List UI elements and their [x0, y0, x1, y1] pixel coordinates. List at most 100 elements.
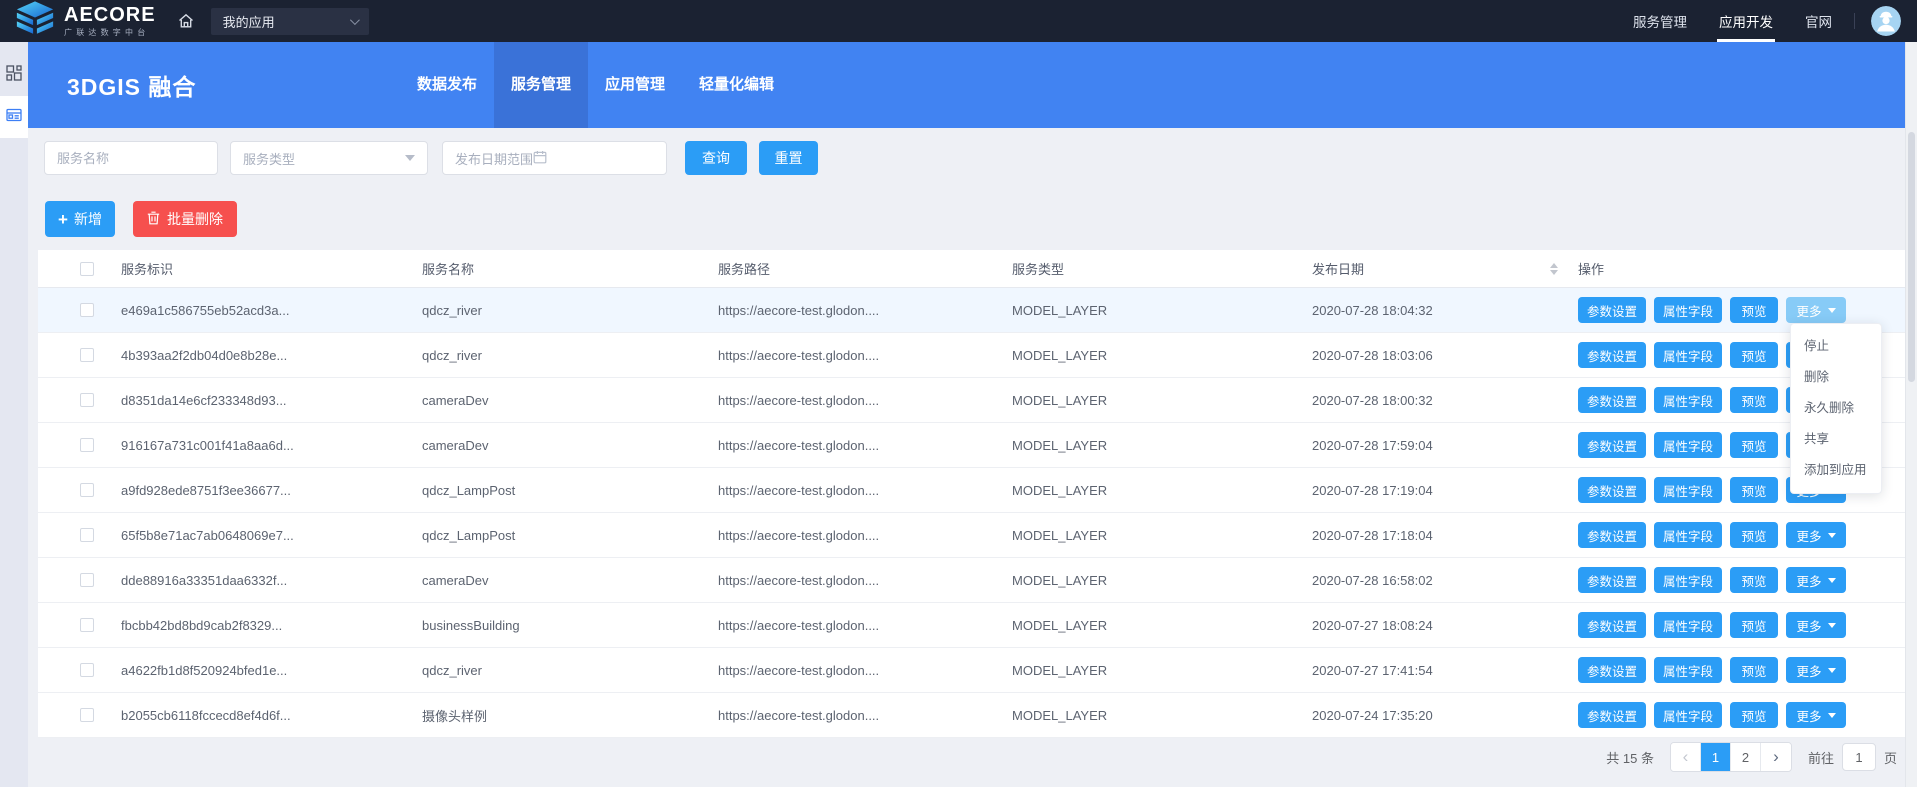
- preview-button[interactable]: 预览: [1730, 477, 1778, 503]
- goto-page-input[interactable]: [1842, 743, 1876, 771]
- pagination-prev-button[interactable]: ‹: [1671, 743, 1701, 771]
- sidebar-item-dashboard[interactable]: [0, 54, 28, 96]
- preview-button[interactable]: 预览: [1730, 297, 1778, 323]
- add-button[interactable]: + 新增: [45, 201, 115, 237]
- service-type-placeholder: 服务类型: [243, 149, 295, 168]
- cell-service-id: 65f5b8e71ac7ab0648069e7...: [121, 528, 422, 543]
- app-select[interactable]: 我的应用: [211, 8, 369, 35]
- more-button[interactable]: 更多: [1786, 657, 1846, 683]
- grid-icon: [6, 65, 22, 86]
- brand-subtitle: 广联达数字中台: [64, 27, 156, 38]
- table-row: e469a1c586755eb52acd3a... qdcz_river htt…: [38, 288, 1905, 333]
- row-checkbox[interactable]: [80, 663, 94, 677]
- attribute-fields-button[interactable]: 属性字段: [1654, 432, 1722, 458]
- page-unit-label: 页: [1884, 748, 1897, 767]
- attribute-fields-button[interactable]: 属性字段: [1654, 297, 1722, 323]
- more-button[interactable]: 更多: [1786, 702, 1846, 728]
- scrollbar-thumb[interactable]: [1908, 132, 1915, 382]
- more-button[interactable]: 更多: [1786, 612, 1846, 638]
- row-checkbox[interactable]: [80, 438, 94, 452]
- sort-icon[interactable]: [1550, 263, 1558, 275]
- sidebar-item-app-window[interactable]: [0, 96, 28, 138]
- preview-button[interactable]: 预览: [1730, 522, 1778, 548]
- cell-actions: 参数设置 属性字段 预览 更多: [1572, 567, 1905, 593]
- pagination-page-1[interactable]: 1: [1701, 743, 1731, 771]
- cell-service-id: a9fd928ede8751f3ee36677...: [121, 483, 422, 498]
- app-header: 3DGIS 融合 数据发布 服务管理 应用管理 轻量化编辑: [28, 42, 1905, 128]
- table-row: 65f5b8e71ac7ab0648069e7... qdcz_LampPost…: [38, 513, 1905, 558]
- preview-button[interactable]: 预览: [1730, 612, 1778, 638]
- batch-delete-button[interactable]: 批量删除: [133, 201, 237, 237]
- row-checkbox[interactable]: [80, 348, 94, 362]
- column-header-actions: 操作: [1572, 259, 1905, 278]
- row-checkbox[interactable]: [80, 573, 94, 587]
- tab-data-publish[interactable]: 数据发布: [400, 42, 494, 128]
- menu-item-stop[interactable]: 停止: [1791, 331, 1881, 362]
- params-settings-button[interactable]: 参数设置: [1578, 702, 1646, 728]
- attribute-fields-button[interactable]: 属性字段: [1654, 477, 1722, 503]
- row-checkbox[interactable]: [80, 618, 94, 632]
- row-checkbox[interactable]: [80, 483, 94, 497]
- params-settings-button[interactable]: 参数设置: [1578, 657, 1646, 683]
- menu-item-add-to-app[interactable]: 添加到应用: [1791, 455, 1881, 486]
- attribute-fields-button[interactable]: 属性字段: [1654, 567, 1722, 593]
- row-checkbox[interactable]: [80, 708, 94, 722]
- select-all-checkbox[interactable]: [80, 262, 94, 276]
- menu-item-share[interactable]: 共享: [1791, 424, 1881, 455]
- row-checkbox[interactable]: [80, 393, 94, 407]
- caret-down-icon: [1828, 713, 1836, 718]
- row-checkbox[interactable]: [80, 528, 94, 542]
- params-settings-button[interactable]: 参数设置: [1578, 432, 1646, 458]
- params-settings-button[interactable]: 参数设置: [1578, 387, 1646, 413]
- params-settings-button[interactable]: 参数设置: [1578, 612, 1646, 638]
- table-row: fbcbb42bd8bd9cab2f8329... businessBuildi…: [38, 603, 1905, 648]
- params-settings-button[interactable]: 参数设置: [1578, 522, 1646, 548]
- service-name-input[interactable]: [44, 141, 218, 175]
- cell-service-name: qdcz_river: [422, 348, 718, 363]
- more-button[interactable]: 更多: [1786, 522, 1846, 548]
- pagination-page-2[interactable]: 2: [1731, 743, 1761, 771]
- pagination-next-button[interactable]: ›: [1761, 743, 1791, 771]
- preview-button[interactable]: 预览: [1730, 657, 1778, 683]
- more-button[interactable]: 更多: [1786, 297, 1846, 323]
- avatar[interactable]: [1871, 6, 1901, 36]
- preview-button[interactable]: 预览: [1730, 432, 1778, 458]
- tab-service-mgmt[interactable]: 服务管理: [494, 42, 588, 128]
- service-type-select[interactable]: 服务类型: [230, 141, 428, 175]
- params-settings-button[interactable]: 参数设置: [1578, 567, 1646, 593]
- publish-date-range-input[interactable]: 发布日期范围: [442, 141, 667, 175]
- menu-item-permanent-delete[interactable]: 永久删除: [1791, 393, 1881, 424]
- params-settings-button[interactable]: 参数设置: [1578, 477, 1646, 503]
- attribute-fields-button[interactable]: 属性字段: [1654, 342, 1722, 368]
- cell-publish-date: 2020-07-28 18:03:06: [1312, 348, 1572, 363]
- preview-button[interactable]: 预览: [1730, 567, 1778, 593]
- home-icon[interactable]: [174, 9, 198, 33]
- query-button[interactable]: 查询: [685, 141, 747, 175]
- menu-item-delete[interactable]: 删除: [1791, 362, 1881, 393]
- attribute-fields-button[interactable]: 属性字段: [1654, 612, 1722, 638]
- more-button[interactable]: 更多: [1786, 567, 1846, 593]
- brand-logo: AECORE 广联达数字中台: [0, 0, 156, 42]
- params-settings-button[interactable]: 参数设置: [1578, 342, 1646, 368]
- preview-button[interactable]: 预览: [1730, 342, 1778, 368]
- attribute-fields-button[interactable]: 属性字段: [1654, 522, 1722, 548]
- topnav-link-official-site[interactable]: 官网: [1789, 0, 1848, 42]
- preview-button[interactable]: 预览: [1730, 702, 1778, 728]
- cell-service-id: d8351da14e6cf233348d93...: [121, 393, 422, 408]
- attribute-fields-button[interactable]: 属性字段: [1654, 702, 1722, 728]
- scrollbar-track[interactable]: [1905, 42, 1917, 787]
- topnav-link-app-dev[interactable]: 应用开发: [1703, 0, 1789, 42]
- goto-label: 前往: [1808, 748, 1834, 767]
- topnav-link-service-mgmt[interactable]: 服务管理: [1617, 0, 1703, 42]
- more-dropdown-menu: 停止 删除 永久删除 共享 添加到应用: [1790, 323, 1882, 494]
- tab-app-mgmt[interactable]: 应用管理: [588, 42, 682, 128]
- attribute-fields-button[interactable]: 属性字段: [1654, 387, 1722, 413]
- cell-service-id: b2055cb6118fccecd8ef4d6f...: [121, 708, 422, 723]
- attribute-fields-button[interactable]: 属性字段: [1654, 657, 1722, 683]
- reset-button[interactable]: 重置: [759, 141, 818, 175]
- row-checkbox[interactable]: [80, 303, 94, 317]
- tab-lightweight-edit[interactable]: 轻量化编辑: [682, 42, 791, 128]
- app-select-value: 我的应用: [223, 12, 275, 31]
- preview-button[interactable]: 预览: [1730, 387, 1778, 413]
- params-settings-button[interactable]: 参数设置: [1578, 297, 1646, 323]
